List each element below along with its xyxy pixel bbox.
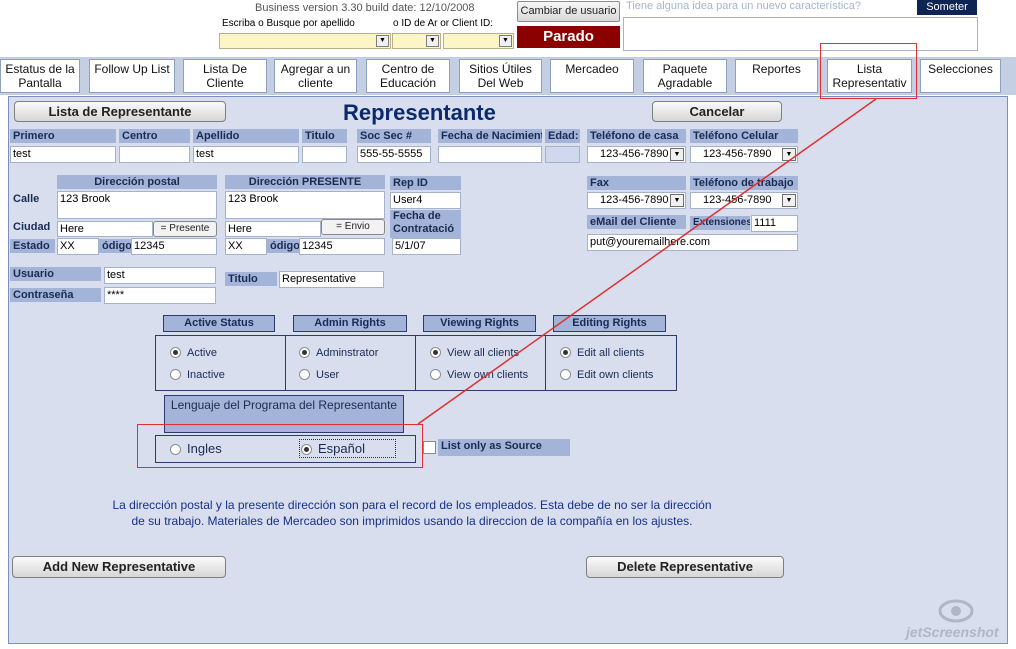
add-representative-button[interactable]: Add New Representative [12, 556, 226, 578]
annotation-connector-line [417, 98, 877, 425]
address-notice: La dirección postal y la presente direcc… [112, 498, 712, 528]
delete-representative-button[interactable]: Delete Representative [586, 556, 784, 578]
watermark-logo: jetScreenshot [906, 598, 1010, 644]
eye-icon [938, 599, 974, 623]
